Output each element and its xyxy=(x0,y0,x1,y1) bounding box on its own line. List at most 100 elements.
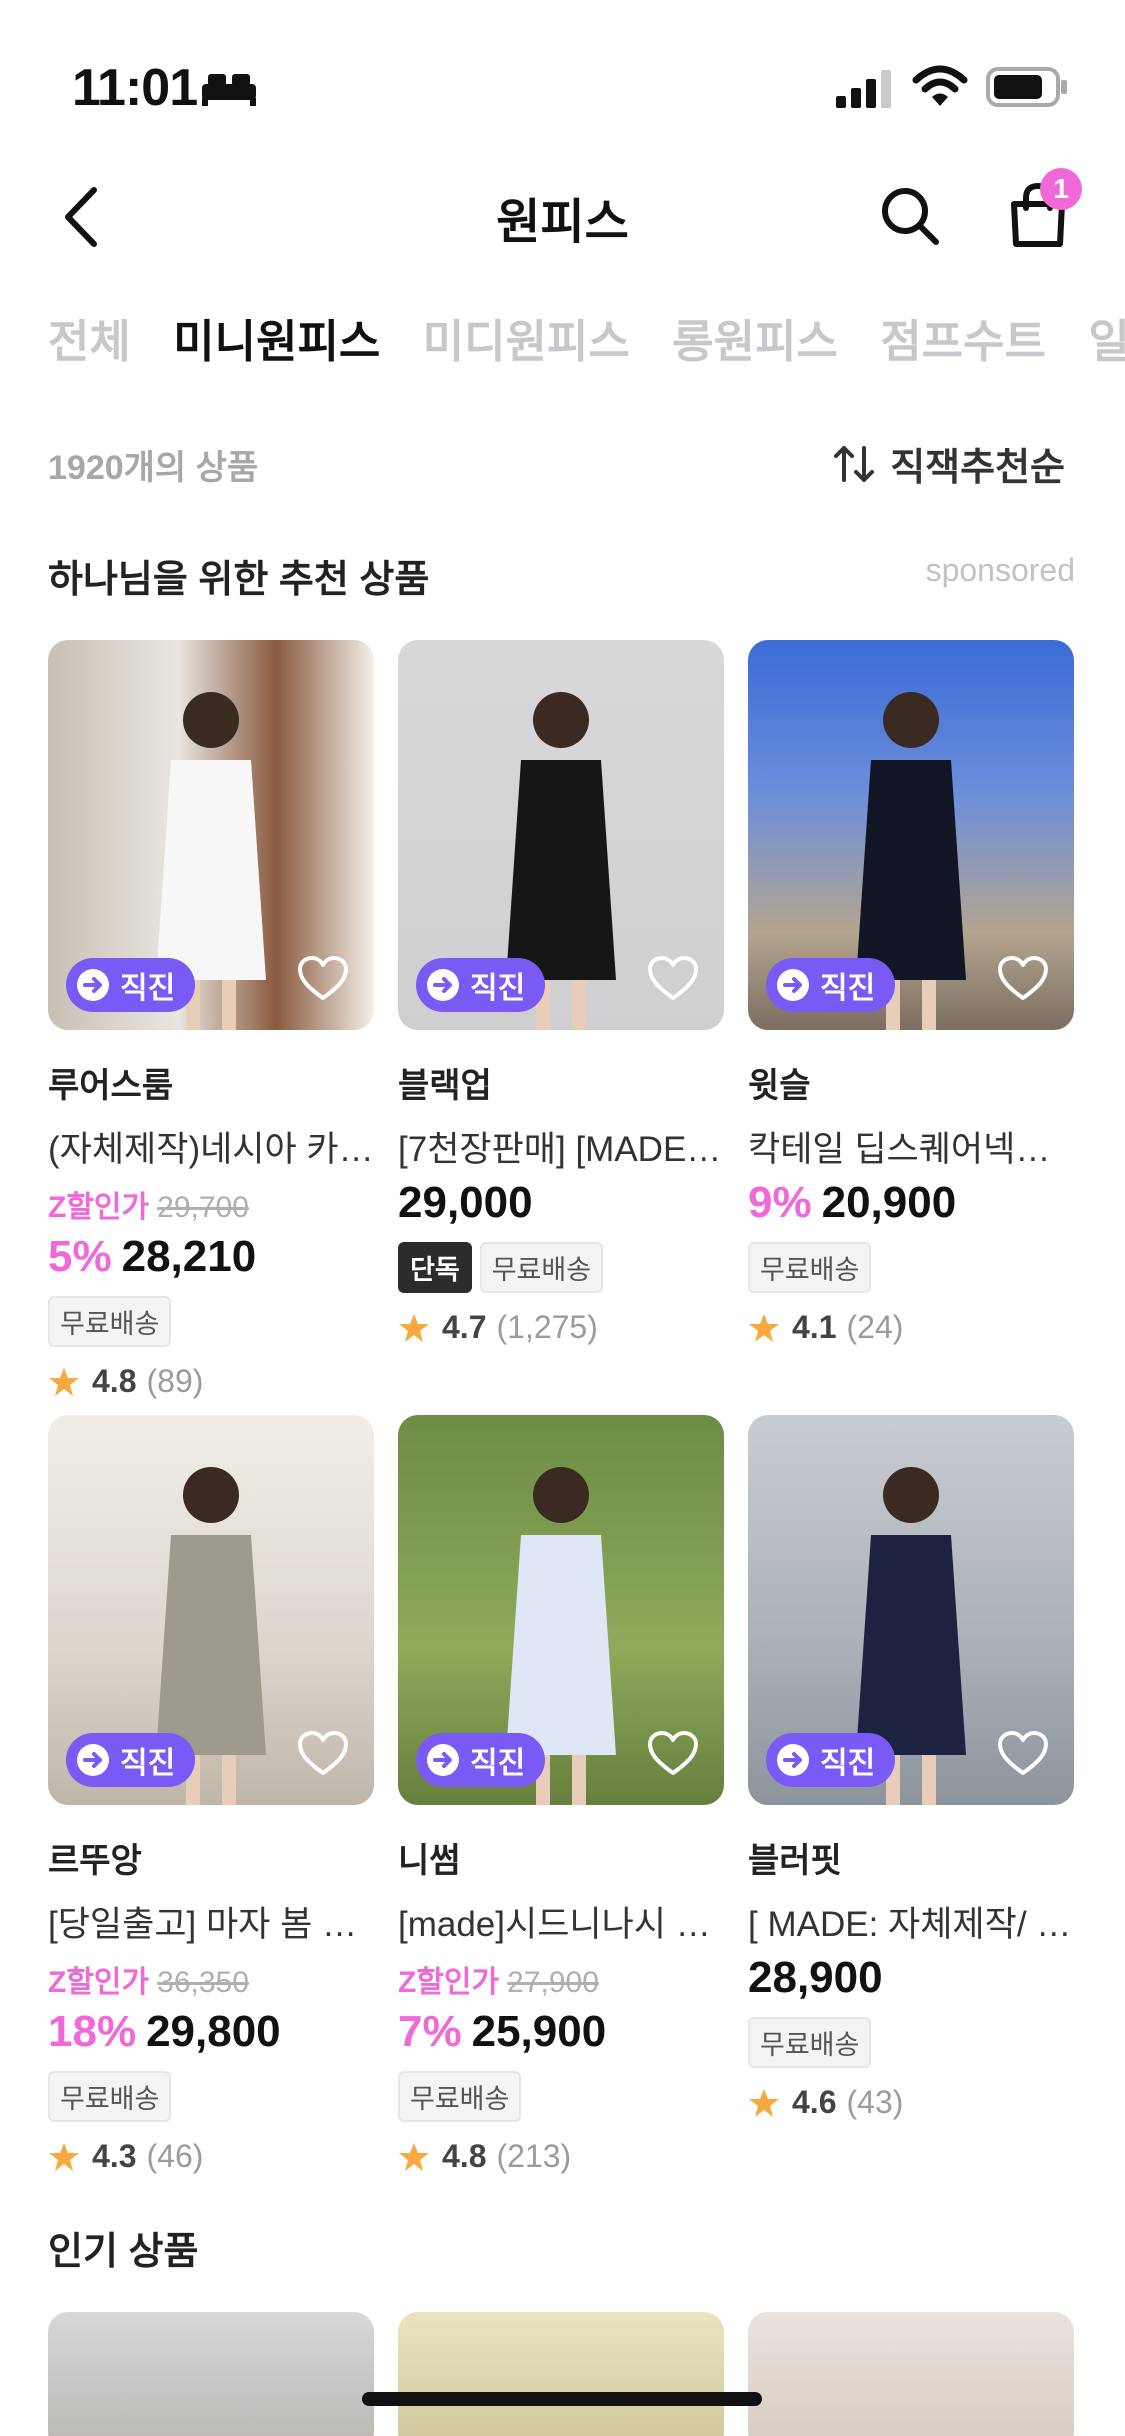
heart-icon[interactable] xyxy=(298,956,348,1002)
product-brand: 윗슬 xyxy=(748,1067,811,1105)
product-brand: 르뚜앙 xyxy=(48,1842,142,1880)
arrow-circle-icon xyxy=(77,969,109,1001)
badge-label: 직진 xyxy=(470,972,526,1005)
product-tag: 무료배송 xyxy=(748,1242,872,1293)
tag-row: 무료배송 xyxy=(748,1242,1074,1293)
tab-all[interactable]: 전체 xyxy=(48,305,131,370)
heart-icon[interactable] xyxy=(648,956,698,1002)
sale-price: 20,900 xyxy=(821,1178,957,1227)
status-bar: 11:01 xyxy=(0,0,1125,150)
popular-product-card[interactable] xyxy=(48,2312,374,2436)
product-tag: 단독 xyxy=(398,1242,472,1293)
rating-value: 4.8 xyxy=(92,1363,137,1399)
product-image: 직진 xyxy=(398,1415,724,1805)
rating-row: 4.7 (1,275) xyxy=(398,1309,724,1346)
sponsored-label: sponsored xyxy=(925,552,1075,588)
product-count: 1920개의 상품 xyxy=(48,449,259,487)
product-name: 칵테일 딥스퀘어넥미니 원피스 xyxy=(748,1130,1074,1169)
product-card[interactable]: 직진루어스룸 (자체제작)네시아 카라 원피스 Z할인가29,700 5%28,210… xyxy=(48,640,374,1400)
sale-price: 25,900 xyxy=(471,2007,607,2056)
rating-value: 4.7 xyxy=(442,1309,487,1345)
review-count: (24) xyxy=(846,1309,904,1345)
discount-percent: 7% xyxy=(398,2007,462,2056)
sort-button[interactable]: 직잭추천순 xyxy=(832,436,1065,491)
home-indicator[interactable] xyxy=(362,2392,762,2406)
badge-label: 직진 xyxy=(820,972,876,1005)
price-row: 28,900 xyxy=(748,1953,1074,2003)
product-tag: 무료배송 xyxy=(479,1242,604,1293)
product-brand: 루어스룸 xyxy=(48,1067,174,1105)
tab-mini-dress[interactable]: 미니원피스 xyxy=(173,305,380,370)
status-time: 11:01 xyxy=(72,59,198,117)
product-tag: 무료배송 xyxy=(48,1296,172,1347)
heart-icon[interactable] xyxy=(648,1731,698,1777)
rating-value: 4.6 xyxy=(792,2084,837,2120)
page-title: 원피스 xyxy=(496,196,629,249)
battery-icon xyxy=(986,67,1067,107)
star-icon xyxy=(749,1313,779,1342)
rating-row: 4.8 (89) xyxy=(48,1363,374,1400)
price-row: 7% 25,900 xyxy=(398,2007,724,2057)
tab-midi-dress[interactable]: 미디원피스 xyxy=(423,305,630,370)
sale-price: 29,000 xyxy=(398,1178,533,1227)
product-tag: 무료배송 xyxy=(748,2017,872,2068)
original-price: 27,900 xyxy=(507,1966,599,1999)
category-tabs: 전체 미니원피스 미디원피스 롱원피스 점프수트 일 xyxy=(48,305,1125,375)
product-card[interactable]: 직진블러핏 [ MADE: 자체제작/ 원피스 28,900 무료배송 4.6(43) xyxy=(748,1415,1074,2121)
tag-row: 무료배송 xyxy=(48,1296,374,1347)
direct-delivery-badge: 직진 xyxy=(416,1733,546,1787)
sale-price: 28,900 xyxy=(748,1953,883,2002)
heart-icon[interactable] xyxy=(998,956,1048,1002)
review-count: (89) xyxy=(146,1363,204,1399)
rating-value: 4.3 xyxy=(92,2138,137,2174)
popular-product-card[interactable] xyxy=(748,2312,1074,2436)
discount-percent: 5% xyxy=(48,1232,112,1281)
search-icon[interactable] xyxy=(878,184,942,248)
z-discount-label: Z할인가 xyxy=(398,1966,500,1999)
arrow-circle-icon xyxy=(777,1744,809,1776)
direct-delivery-badge: 직진 xyxy=(66,958,196,1012)
price-row: 29,000 xyxy=(398,1178,724,1228)
heart-icon[interactable] xyxy=(298,1731,348,1777)
popular-product-card[interactable] xyxy=(398,2312,724,2436)
z-discount-row: Z할인가 29,700 xyxy=(48,1182,374,1226)
arrow-circle-icon xyxy=(777,969,809,1001)
badge-label: 직진 xyxy=(120,972,176,1005)
tag-row: 무료배송 xyxy=(48,2071,374,2122)
star-icon xyxy=(749,2088,779,2117)
arrow-circle-icon xyxy=(427,969,459,1001)
discount-percent: 9% xyxy=(748,1178,812,1227)
product-card[interactable]: 직진르뚜앙 [당일출고] 마자 봄 원피스 Z할인가36,350 18%29,800 무… xyxy=(48,1415,374,2175)
review-count: (43) xyxy=(846,2084,904,2120)
sort-label: 직잭추천순 xyxy=(890,447,1065,489)
rating-value: 4.1 xyxy=(792,1309,837,1345)
rating-row: 4.3 (46) xyxy=(48,2138,374,2175)
product-brand: 블랙업 xyxy=(398,1067,492,1105)
product-image: 직진 xyxy=(748,1415,1074,1805)
z-discount-label: Z할인가 xyxy=(48,1191,150,1224)
product-image xyxy=(398,2312,724,2436)
arrow-circle-icon xyxy=(427,1744,459,1776)
tab-long-dress[interactable]: 롱원피스 xyxy=(672,305,838,370)
badge-label: 직진 xyxy=(470,1747,526,1780)
rating-row: 4.8 (213) xyxy=(398,2138,724,2175)
tab-jumpsuit[interactable]: 점프수트 xyxy=(880,305,1046,370)
z-discount-row: Z할인가 36,350 xyxy=(48,1957,374,2001)
rating-row: 4.1 (24) xyxy=(748,1309,1074,1346)
star-icon xyxy=(49,1367,79,1396)
product-card[interactable]: 직진니썸 [made]시드니나시 원피스 Z할인가27,900 7%25,900 무료배… xyxy=(398,1415,724,2175)
direct-delivery-badge: 직진 xyxy=(416,958,546,1012)
product-card[interactable]: 직진윗슬칵테일 딥스퀘어넥미니 원피스 9%20,900 무료배송 4.1(24) xyxy=(748,640,1074,1346)
direct-delivery-badge: 직진 xyxy=(66,1733,196,1787)
cellular-signal-icon xyxy=(836,70,891,108)
star-icon xyxy=(399,1313,429,1342)
product-brand: 블러핏 xyxy=(748,1842,842,1880)
heart-icon[interactable] xyxy=(998,1731,1048,1777)
product-card[interactable]: 직진블랙업 [7천장판매] [MADE] 폴로 원피스 29,000 단독무료배송 4.… xyxy=(398,640,724,1346)
price-row: 5% 28,210 xyxy=(48,1232,374,1282)
tab-more[interactable]: 일 xyxy=(1088,305,1125,370)
popular-section-title: 인기 상품 xyxy=(48,2231,199,2273)
direct-delivery-badge: 직진 xyxy=(766,1733,896,1787)
product-image: 직진 xyxy=(48,1415,374,1805)
z-discount-label: Z할인가 xyxy=(48,1966,150,1999)
